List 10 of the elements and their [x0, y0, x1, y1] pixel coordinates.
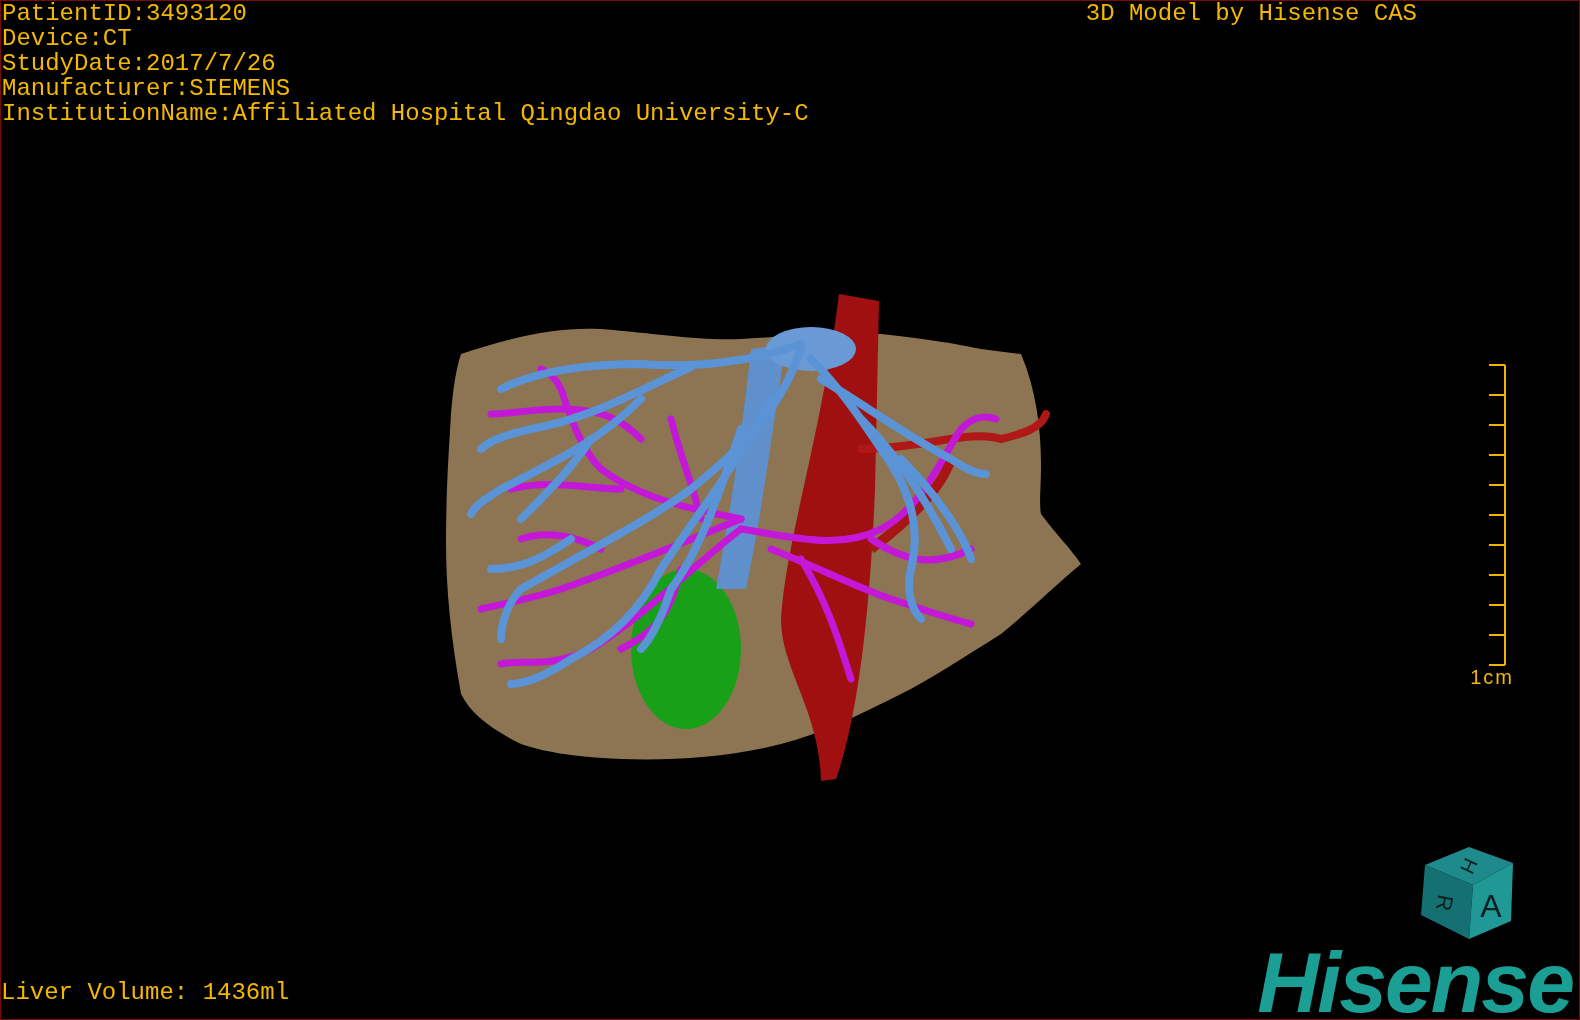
brand-logo: Hisense	[1257, 945, 1573, 1019]
study-info-text: StudyDate:2017/7/26	[2, 51, 277, 76]
liver-volume-text: Liver Volume: 1436ml	[1, 980, 290, 1005]
scale-label: 1cm	[1470, 666, 1514, 688]
viewer-title: 3D Model by Hisense CAS	[1085, 1, 1417, 26]
study-info-text: InstitutionName:Affiliated Hospital Qingdao University-C	[2, 101, 809, 126]
study-info-text: Device:CT	[2, 26, 133, 51]
orientation-cube: H R A	[1421, 847, 1513, 939]
study-info-text: PatientID:3493120	[2, 1, 248, 26]
study-info-text: Manufacturer:SIEMENS	[2, 76, 292, 101]
